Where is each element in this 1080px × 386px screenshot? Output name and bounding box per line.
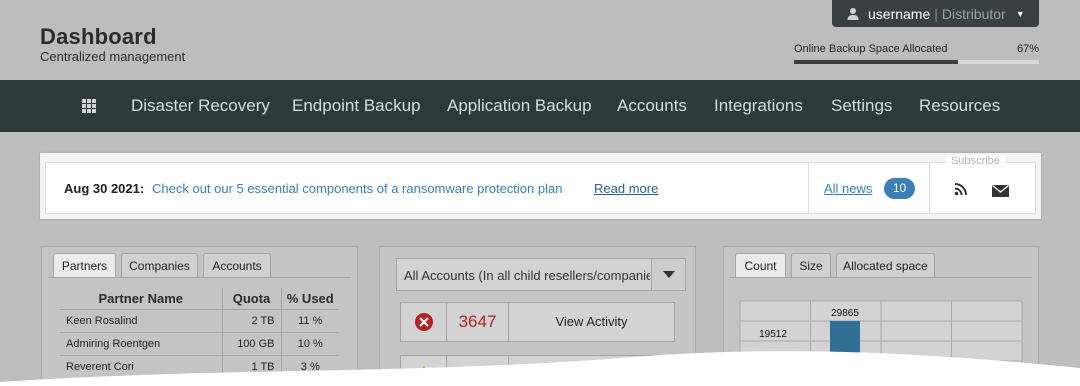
backup-progress-fill <box>794 60 959 64</box>
dropdown-button[interactable] <box>651 259 685 290</box>
nav-item-resources[interactable]: Resources <box>919 96 1000 116</box>
column-header[interactable]: % Used <box>280 288 339 310</box>
caret-down-icon <box>663 271 675 278</box>
tab-companies[interactable]: Companies <box>121 253 198 278</box>
nav-item-application-backup[interactable]: Application Backup <box>447 96 592 116</box>
backup-progress-bar <box>794 60 1039 64</box>
user-name: username <box>868 5 931 22</box>
partner-quota: 2 TB <box>221 309 281 333</box>
page-title: Dashboard <box>40 24 157 49</box>
tab-partners[interactable]: Partners <box>53 253 116 278</box>
accounts-scope-select[interactable]: All Accounts (In all child resellers/com… <box>396 258 686 291</box>
nav-item-integrations[interactable]: Integrations <box>714 96 803 116</box>
chart-data-label: 19512 <box>759 329 787 340</box>
nav-item-accounts[interactable]: Accounts <box>617 96 687 116</box>
all-news-link[interactable]: All news <box>824 181 872 196</box>
error-activity-row: 3647 View Activity <box>400 302 675 342</box>
nav-item-endpoint-backup[interactable]: Endpoint Backup <box>292 96 421 116</box>
main-nav: Disaster Recovery Endpoint Backup Applic… <box>0 80 1080 132</box>
accounts-scope-value: All Accounts (In all child resellers/com… <box>404 268 650 283</box>
backup-space-label: Online Backup Space Allocated <box>794 43 948 55</box>
column-header[interactable]: Quota <box>221 288 281 310</box>
mail-icon[interactable] <box>992 184 1009 197</box>
partner-used: 11 % <box>280 309 339 333</box>
news-date: Aug 30 2021: <box>64 181 145 196</box>
subscribe-label: Subscribe <box>946 155 1005 167</box>
read-more-link[interactable]: Read more <box>594 181 658 196</box>
tab-size[interactable]: Size <box>791 253 831 278</box>
news-count-badge: 10 <box>884 178 915 199</box>
tab-accounts[interactable]: Accounts <box>203 253 271 278</box>
column-header[interactable]: Partner Name <box>60 288 222 310</box>
partner-name[interactable]: Keen Rosalind <box>60 309 222 333</box>
nav-item-settings[interactable]: Settings <box>831 96 892 116</box>
news-headline-link[interactable]: Check out our 5 essential components of … <box>152 181 562 196</box>
divider <box>808 162 809 214</box>
error-count: 3647 <box>447 303 509 341</box>
user-icon <box>846 7 860 21</box>
table-header-row: Partner Name Quota % Used <box>60 288 339 310</box>
apps-grid-icon[interactable] <box>82 99 96 113</box>
user-role: Distributor <box>941 5 1006 22</box>
page-subtitle: Centralized management <box>40 49 186 64</box>
error-icon <box>401 303 447 341</box>
rss-icon[interactable] <box>954 182 968 196</box>
view-activity-button[interactable]: View Activity <box>509 303 674 341</box>
divider <box>929 162 930 214</box>
table-row[interactable]: Keen Rosalind 2 TB 11 % <box>60 309 339 333</box>
chevron-down-icon: ▼ <box>1015 8 1025 19</box>
header: Dashboard Centralized management usernam… <box>0 0 1080 80</box>
user-separator: | <box>934 5 938 22</box>
tab-allocated-space[interactable]: Allocated space <box>836 253 935 278</box>
nav-item-disaster-recovery[interactable]: Disaster Recovery <box>131 96 270 116</box>
chart-data-label: 29865 <box>831 308 859 319</box>
tab-count[interactable]: Count <box>735 253 786 278</box>
divider <box>48 277 351 278</box>
divider <box>730 277 1032 278</box>
wave-decoration <box>0 351 1080 386</box>
backup-space-percent: 67% <box>1016 43 1039 55</box>
user-menu[interactable]: username | Distributor ▼ <box>832 0 1039 27</box>
news-bar: Aug 30 2021: Check out our 5 essential c… <box>40 153 1041 219</box>
